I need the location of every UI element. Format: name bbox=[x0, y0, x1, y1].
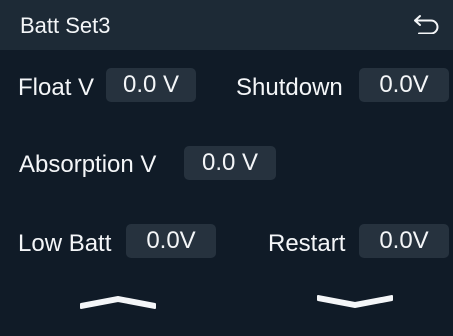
battery-settings-screen: Batt Set3 Float V 0.0 V Shutdown 0.0V Ab… bbox=[0, 0, 453, 336]
scroll-down-button[interactable] bbox=[305, 286, 405, 322]
chevron-up-icon bbox=[75, 290, 161, 319]
absorption-v-field[interactable]: 0.0 V bbox=[184, 146, 276, 180]
shutdown-field[interactable]: 0.0V bbox=[359, 68, 449, 102]
page-title: Batt Set3 bbox=[20, 13, 111, 38]
scroll-up-button[interactable] bbox=[68, 286, 168, 322]
float-v-field[interactable]: 0.0 V bbox=[106, 68, 196, 102]
absorption-v-label: Absorption V bbox=[19, 151, 157, 178]
low-batt-label: Low Batt bbox=[18, 230, 112, 257]
return-arrow-icon bbox=[414, 12, 440, 39]
restart-label: Restart bbox=[268, 230, 346, 257]
back-button[interactable] bbox=[410, 10, 444, 40]
restart-field[interactable]: 0.0V bbox=[359, 224, 449, 258]
shutdown-label: Shutdown bbox=[236, 74, 343, 101]
header-bar: Batt Set3 bbox=[0, 0, 453, 50]
chevron-down-icon bbox=[312, 290, 398, 319]
low-batt-field[interactable]: 0.0V bbox=[126, 224, 216, 258]
float-v-label: Float V bbox=[18, 74, 95, 101]
